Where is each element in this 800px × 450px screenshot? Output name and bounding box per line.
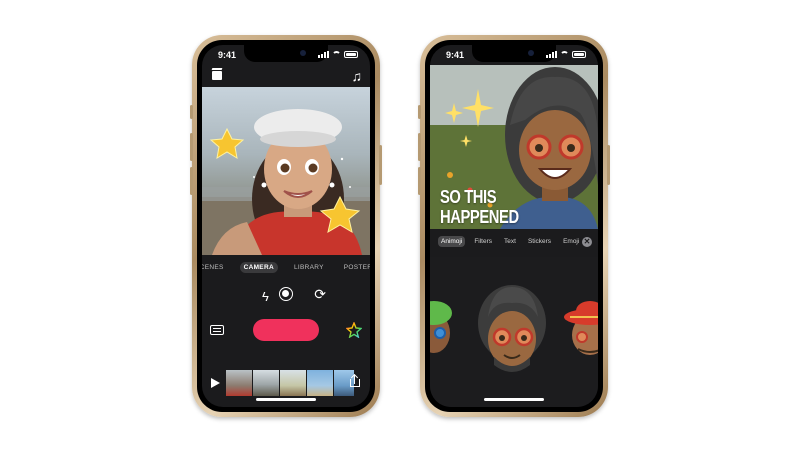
animoji-picker [430, 257, 598, 407]
close-icon[interactable]: ✕ [582, 237, 592, 247]
volume-down-button [418, 167, 421, 195]
camera-mode-tabs: SCENES CAMERA LIBRARY POSTERS [202, 262, 370, 273]
caption-title[interactable]: SO THIS HAPPENED [440, 187, 519, 227]
tab-camera-2[interactable]: LIBRARY [290, 262, 328, 273]
battery-icon [344, 51, 358, 58]
memoji-option[interactable] [430, 301, 452, 353]
mute-switch [418, 105, 421, 119]
music-note-icon[interactable]: ♫ [352, 68, 363, 84]
clip-thumbnail[interactable] [280, 370, 306, 396]
tab-camera-3[interactable]: POSTERS [340, 262, 370, 273]
home-indicator [484, 398, 544, 401]
record-button[interactable] [253, 319, 319, 341]
tab-filters[interactable]: Filters [471, 236, 495, 247]
memoji-option[interactable] [564, 301, 598, 355]
tab-animoji[interactable]: Animoji [438, 236, 466, 247]
tab-stickers[interactable]: Stickers [525, 236, 554, 247]
status-bar: 9:41 [430, 45, 598, 63]
status-time: 9:41 [218, 50, 237, 60]
memoji-preview [202, 109, 370, 255]
clapperboard-icon[interactable] [212, 71, 222, 80]
clip-thumbnail[interactable] [307, 370, 333, 396]
signal-icon [318, 51, 329, 58]
clip-thumbnail[interactable] [253, 370, 279, 396]
volume-up-button [418, 133, 421, 161]
side-button [379, 145, 382, 185]
right-phone: 9:41 SO THIS HAPPENED Animoji Filters Te… [418, 35, 610, 417]
clips-effects-screen: 9:41 SO THIS HAPPENED Animoji Filters Te… [430, 45, 598, 407]
captions-icon[interactable] [210, 325, 224, 335]
left-phone: 9:41 ♫ CENES CAMERA LIBRARY POSTER ϟ ⟳ [190, 35, 382, 417]
mute-switch [190, 105, 193, 119]
status-bar: 9:41 [202, 45, 370, 63]
tab-text[interactable]: Text [501, 236, 519, 247]
volume-up-button [190, 133, 193, 161]
tab-camera-1[interactable]: CAMERA [239, 262, 278, 273]
tab-emoji[interactable]: Emoji [560, 236, 582, 247]
side-button [607, 145, 610, 185]
memoji-photo[interactable]: SO THIS HAPPENED [430, 65, 598, 229]
clip-timeline [202, 370, 370, 398]
camera-viewfinder[interactable] [202, 87, 370, 255]
status-time: 9:41 [446, 50, 465, 60]
clips-camera-screen: 9:41 ♫ CENES CAMERA LIBRARY POSTER ϟ ⟳ [202, 45, 370, 407]
play-icon[interactable] [211, 378, 220, 388]
clip-thumbnail[interactable] [226, 370, 252, 396]
signal-icon [546, 51, 557, 58]
shutter-icon[interactable] [279, 287, 293, 301]
caption-line-1: SO THIS [440, 187, 497, 207]
caption-line-2: HAPPENED [440, 207, 519, 227]
memoji-option-selected[interactable] [478, 285, 546, 372]
tab-camera-0[interactable]: SCENES [202, 262, 228, 273]
effects-star-icon[interactable] [346, 322, 362, 338]
share-icon[interactable] [350, 375, 360, 387]
battery-icon [572, 51, 586, 58]
flip-camera-icon[interactable]: ⟳ [314, 286, 326, 303]
volume-down-button [190, 167, 193, 195]
effects-tab-bar: Animoji Filters Text Stickers Emoji ✕ [430, 236, 598, 252]
wifi-icon [332, 51, 341, 58]
wifi-icon [560, 51, 569, 58]
home-indicator [256, 398, 316, 401]
flash-icon[interactable]: ϟ [262, 289, 269, 304]
